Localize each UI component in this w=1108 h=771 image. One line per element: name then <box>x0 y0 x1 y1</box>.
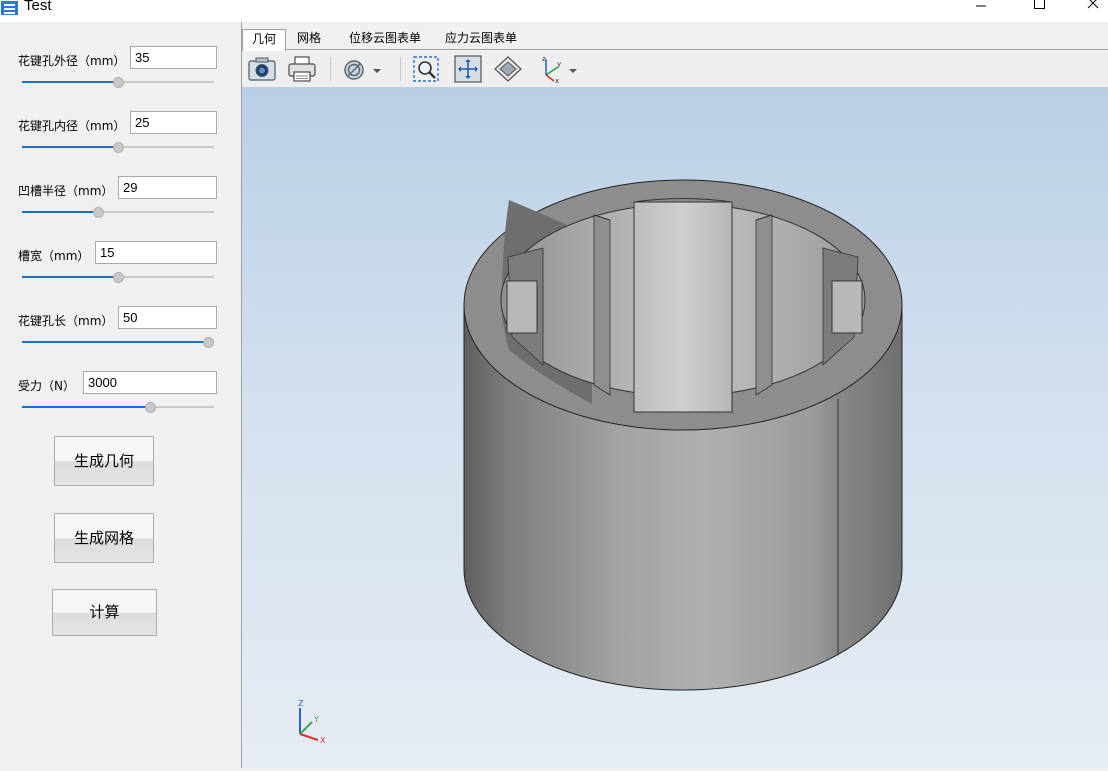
outer-diameter-input[interactable]: 35 <box>130 46 217 69</box>
slider-fill <box>22 211 99 213</box>
tab-displacement-contour[interactable]: 位移云图表单 <box>342 29 428 50</box>
tab-geometry[interactable]: 几何 <box>242 29 286 51</box>
3d-viewport[interactable]: Z Y X <box>242 87 1108 768</box>
title-bar: Test <box>0 0 1108 22</box>
force-input[interactable]: 3000 <box>83 371 217 394</box>
svg-text:x: x <box>555 77 559 85</box>
axis-triad-icon[interactable]: z y x <box>534 53 566 85</box>
slider-fill <box>22 406 151 408</box>
slider-thumb[interactable] <box>93 207 105 218</box>
outer-diameter-label: 花键孔外径（mm） <box>18 54 126 68</box>
svg-text:z: z <box>542 55 546 63</box>
spline-length-input[interactable]: 50 <box>118 306 217 329</box>
close-icon[interactable] <box>1070 0 1108 16</box>
zoom-window-icon[interactable] <box>410 53 442 85</box>
printer-icon[interactable] <box>286 53 318 85</box>
groove-width-slider[interactable] <box>22 272 214 283</box>
force-slider[interactable] <box>22 402 214 413</box>
axis-y-label: Y <box>313 715 319 724</box>
spline-sleeve-model <box>463 179 903 691</box>
groove-width-input[interactable]: 15 <box>95 241 217 264</box>
view-cube-icon[interactable] <box>492 53 524 85</box>
inner-diameter-input[interactable]: 25 <box>130 111 217 134</box>
svg-text:y: y <box>557 60 561 68</box>
slider-thumb[interactable] <box>112 272 124 283</box>
groove-radius-input[interactable]: 29 <box>118 176 217 199</box>
fit-all-icon[interactable] <box>452 53 484 85</box>
generate-mesh-button[interactable]: 生成网格 <box>54 513 154 563</box>
groove-radius-label: 凹槽半径（mm） <box>18 184 114 198</box>
tab-bar: 几何 网格 位移云图表单 应力云图表单 <box>242 28 1108 51</box>
inner-diameter-label: 花键孔内径（mm） <box>18 119 126 133</box>
slider-thumb[interactable] <box>145 402 157 413</box>
slider-fill <box>22 81 118 83</box>
camera-icon[interactable] <box>246 53 278 85</box>
groove-width-label: 槽宽（mm） <box>18 249 90 263</box>
slider-thumb[interactable] <box>112 142 124 153</box>
chevron-down-icon[interactable] <box>368 53 388 85</box>
outer-diameter-slider[interactable] <box>22 77 214 88</box>
slider-fill <box>22 276 118 278</box>
minimize-icon[interactable] <box>958 0 1004 16</box>
spline-length-label: 花键孔长（mm） <box>18 314 114 328</box>
chevron-down-icon[interactable] <box>564 53 584 85</box>
axis-indicator-icon: Z Y X <box>298 699 326 744</box>
slider-thumb[interactable] <box>203 337 214 348</box>
axis-z-label: Z <box>298 699 304 708</box>
spline-length-slider[interactable] <box>22 337 214 348</box>
groove-radius-slider[interactable] <box>22 207 214 218</box>
tab-stress-contour[interactable]: 应力云图表单 <box>438 29 524 50</box>
toolbar: z y x <box>242 51 1108 87</box>
parameter-panel: 花键孔外径（mm） 35 花键孔内径（mm） 25 凹槽半径（mm） 29 槽宽… <box>0 22 241 768</box>
maximize-icon[interactable] <box>1016 0 1062 16</box>
compute-button[interactable]: 计算 <box>52 589 157 636</box>
generate-geometry-button[interactable]: 生成几何 <box>54 436 154 486</box>
slider-fill <box>22 341 208 343</box>
force-label: 受力（N） <box>18 379 75 393</box>
app-icon <box>1 1 18 15</box>
tab-mesh[interactable]: 网格 <box>290 29 328 50</box>
inner-diameter-slider[interactable] <box>22 142 214 153</box>
slider-fill <box>22 146 118 148</box>
toolbar-separator <box>330 57 331 81</box>
slider-thumb[interactable] <box>112 77 124 88</box>
toolbar-separator <box>400 57 401 81</box>
axis-x-label: X <box>320 736 326 744</box>
window-title: Test <box>24 0 52 14</box>
